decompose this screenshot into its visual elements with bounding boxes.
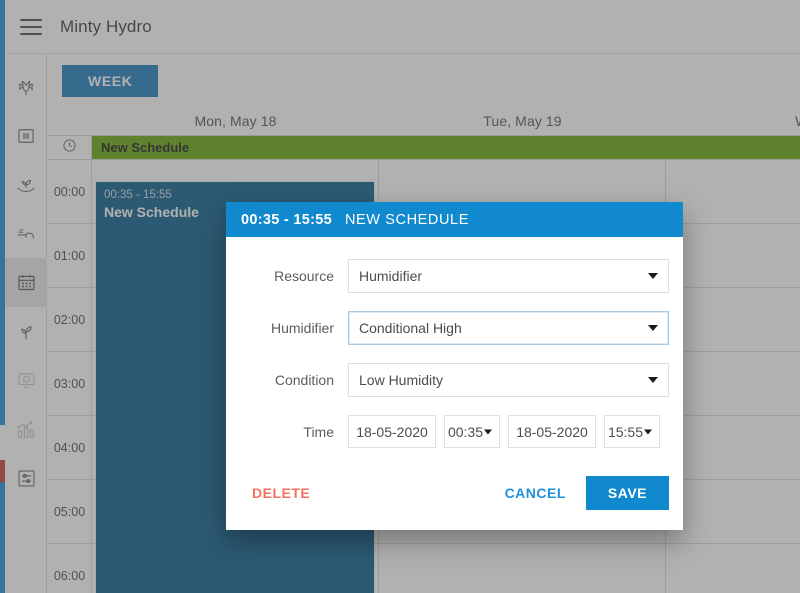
cancel-button[interactable]: CANCEL (493, 477, 578, 509)
dialog-header: 00:35 - 15:55 NEW SCHEDULE (226, 202, 683, 237)
field-row-humidifier: Humidifier Conditional High (240, 311, 669, 345)
chevron-down-icon (484, 429, 492, 434)
time-label: Time (240, 424, 348, 440)
chevron-down-icon (644, 429, 652, 434)
resource-label: Resource (240, 268, 348, 284)
condition-label: Condition (240, 372, 348, 388)
app-window: Minty Hydro (0, 0, 800, 593)
field-row-time: Time 18-05-2020 00:35 18-05-2020 15:55 (240, 415, 669, 448)
dialog-actions: DELETE CANCEL SAVE (226, 448, 683, 530)
start-time-value: 00:35 (448, 424, 483, 440)
resource-value: Humidifier (359, 268, 422, 284)
field-row-resource: Resource Humidifier (240, 259, 669, 293)
start-time-select[interactable]: 00:35 (444, 415, 500, 448)
condition-select[interactable]: Low Humidity (348, 363, 669, 397)
start-date-input[interactable]: 18-05-2020 (348, 415, 436, 448)
chevron-down-icon (648, 377, 658, 383)
dialog-title: NEW SCHEDULE (345, 212, 469, 228)
chevron-down-icon (648, 273, 658, 279)
end-time-value: 15:55 (608, 424, 643, 440)
save-button[interactable]: SAVE (586, 476, 669, 510)
humidifier-select[interactable]: Conditional High (348, 311, 669, 345)
end-time-select[interactable]: 15:55 (604, 415, 660, 448)
resource-select[interactable]: Humidifier (348, 259, 669, 293)
chevron-down-icon (648, 325, 658, 331)
time-fields: 18-05-2020 00:35 18-05-2020 15:55 (348, 415, 669, 448)
condition-value: Low Humidity (359, 372, 443, 388)
field-row-condition: Condition Low Humidity (240, 363, 669, 397)
dialog-body: Resource Humidifier Humidifier Condition… (226, 237, 683, 448)
end-date-input[interactable]: 18-05-2020 (508, 415, 596, 448)
humidifier-label: Humidifier (240, 320, 348, 336)
dialog-time-range: 00:35 - 15:55 (241, 212, 332, 228)
schedule-edit-dialog: 00:35 - 15:55 NEW SCHEDULE Resource Humi… (226, 202, 683, 530)
delete-button[interactable]: DELETE (240, 477, 322, 509)
humidifier-value: Conditional High (359, 320, 462, 336)
